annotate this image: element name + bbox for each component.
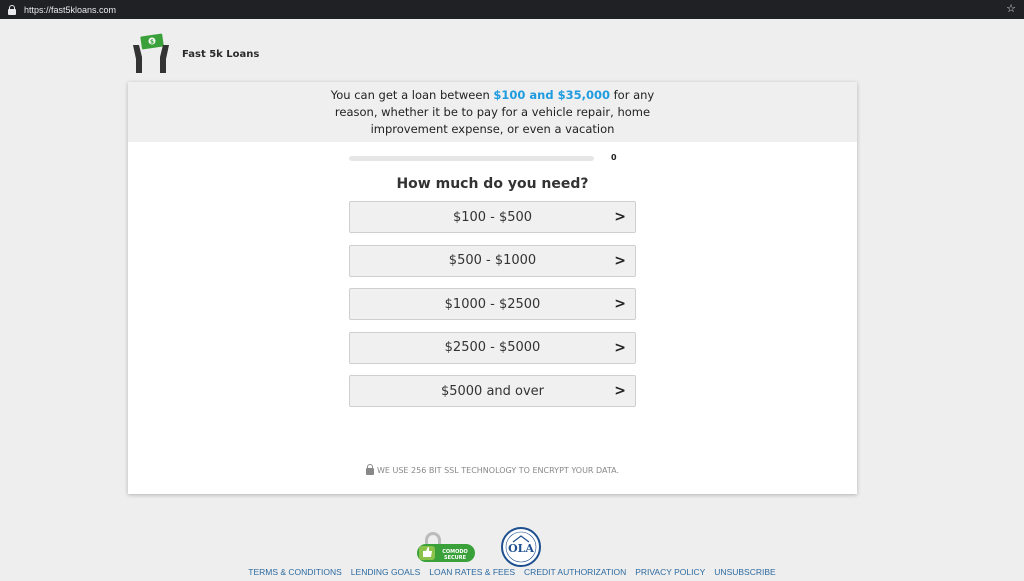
loan-form-card: You can get a loan between $100 and $35,… [128,82,857,494]
footer-link-credit-authorization[interactable]: CREDIT AUTHORIZATION [524,567,626,577]
svg-text:OLA: OLA [508,542,534,555]
loan-range-highlight: $100 and $35,000 [493,87,610,102]
amount-option-2500-5000[interactable]: $2500 - $5000 > [349,331,636,364]
footer-link-unsubscribe[interactable]: UNSUBSCRIBE [714,567,775,577]
amount-options: $100 - $500 > $500 - $1000 > $1000 - $2500… [349,201,636,419]
lock-icon [8,4,16,15]
ola-member-badge-icon[interactable]: OLA [501,527,541,567]
address-bar-url[interactable]: https://fast5kloans.com [24,5,116,15]
trust-badges: COMODO SECURE OLA [415,527,541,567]
chevron-right-icon: > [614,339,626,356]
footer-link-terms[interactable]: TERMS & CONDITIONS [248,567,342,577]
progress-bar [349,156,594,161]
chevron-right-icon: > [614,252,626,269]
browser-bar: https://fast5kloans.com ☆ [0,0,1024,19]
brand-header[interactable]: $ Fast 5k Loans [130,33,259,75]
footer-links: TERMS & CONDITIONS LENDING GOALS LOAN RA… [0,567,1024,577]
svg-text:$: $ [150,39,154,46]
progress-value: 0 [611,153,617,162]
brand-name: Fast 5k Loans [182,48,260,60]
footer-link-privacy-policy[interactable]: PRIVACY POLICY [635,567,705,577]
footer-link-lending-goals[interactable]: LENDING GOALS [351,567,420,577]
chevron-right-icon: > [614,383,626,399]
comodo-secure-badge-icon[interactable]: COMODO SECURE [415,530,477,564]
amount-option-5000-over[interactable]: $5000 and over > [349,375,636,407]
amount-option-1000-2500[interactable]: $1000 - $2500 > [349,288,636,320]
footer-link-rates-fees[interactable]: LOAN RATES & FEES [429,567,515,577]
chevron-right-icon: > [614,296,626,312]
bookmark-star-icon[interactable]: ☆ [1006,2,1016,15]
money-hands-logo-icon: $ [133,33,169,73]
padlock-icon [365,463,374,475]
amount-option-100-500[interactable]: $100 - $500 > [349,201,636,233]
chevron-right-icon: > [614,209,626,225]
ssl-notice: WE USE 256 BIT SSL TECHNOLOGY TO ENCRYPT… [128,463,857,475]
amount-option-500-1000[interactable]: $500 - $1000 > [349,244,636,277]
question-heading: How much do you need? [396,176,589,192]
svg-text:SECURE: SECURE [444,555,467,561]
intro-text: You can get a loan between $100 and $35,… [330,87,655,136]
intro-banner: You can get a loan between $100 and $35,… [128,82,857,142]
ssl-notice-text: WE USE 256 BIT SSL TECHNOLOGY TO ENCRYPT… [376,466,620,475]
